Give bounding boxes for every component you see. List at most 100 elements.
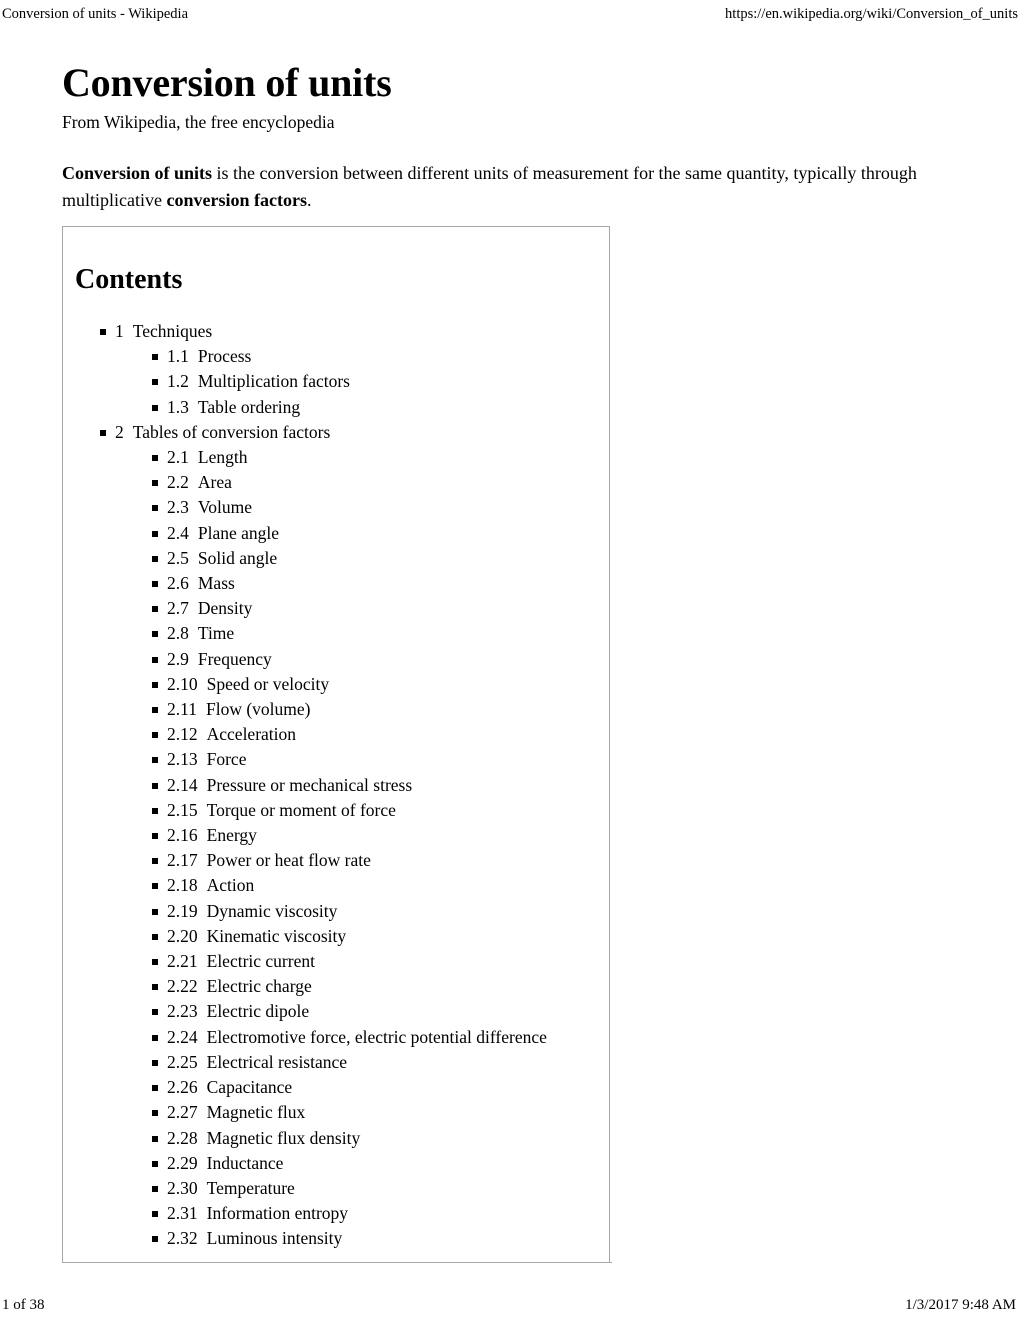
square-bullet-icon — [152, 1059, 158, 1066]
toc-item-number: 2.19 — [167, 900, 198, 921]
toc-item[interactable]: 2.27 Magnetic flux — [63, 1100, 609, 1125]
print-header-source-url: https://en.wikipedia.org/wiki/Conversion… — [725, 6, 1018, 22]
toc-item-number: 2.28 — [167, 1127, 198, 1148]
toc-item[interactable]: 2.30 Temperature — [63, 1176, 609, 1201]
toc-item-number: 2.2 — [167, 472, 189, 493]
toc-item[interactable]: 2.15 Torque or moment of force — [63, 798, 609, 823]
toc-item-label: Area — [197, 472, 232, 493]
print-footer-page-number: 1 of 38 — [2, 1297, 45, 1313]
toc-item[interactable]: 2.25 Electrical resistance — [63, 1050, 609, 1075]
toc-item[interactable]: 2.32 Luminous intensity — [63, 1226, 609, 1251]
toc-item-label: Dynamic viscosity — [206, 900, 338, 921]
toc-item[interactable]: 2.21 Electric current — [63, 949, 609, 974]
toc-item-label: Capacitance — [206, 1077, 293, 1098]
toc-item[interactable]: 2.17 Power or heat flow rate — [63, 848, 609, 873]
toc-item-label: Magnetic flux — [206, 1102, 306, 1123]
square-bullet-icon — [152, 606, 158, 613]
toc-item[interactable]: 2.13 Force — [63, 747, 609, 772]
toc-item[interactable]: 2.2 Area — [63, 470, 609, 495]
toc-item-number: 2.20 — [167, 925, 198, 946]
square-bullet-icon — [152, 1110, 158, 1117]
toc-item[interactable]: 2.24 Electromotive force, electric potent… — [63, 1025, 609, 1050]
toc-item[interactable]: 2.20 Kinematic viscosity — [63, 924, 609, 949]
toc-item-number: 2.7 — [167, 598, 189, 619]
toc-item[interactable]: 2.14 Pressure or mechanical stress — [63, 773, 609, 798]
toc-item[interactable]: 1 Techniques — [63, 319, 609, 344]
toc-item[interactable]: 2.10 Speed or velocity — [63, 672, 609, 697]
square-bullet-icon — [152, 1236, 158, 1243]
toc-item-label: Kinematic viscosity — [206, 925, 347, 946]
toc-item-label: Density — [197, 598, 253, 619]
toc-item[interactable]: 2.4 Plane angle — [63, 521, 609, 546]
toc-item[interactable]: 2.7 Density — [63, 596, 609, 621]
square-bullet-icon — [152, 707, 158, 714]
toc-item-label: Inductance — [206, 1152, 284, 1173]
toc-item[interactable]: 2.3 Volume — [63, 495, 609, 520]
square-bullet-icon — [152, 631, 158, 638]
toc-item[interactable]: 2.5 Solid angle — [63, 546, 609, 571]
toc-item[interactable]: 2.29 Inductance — [63, 1151, 609, 1176]
toc-item-label: Electrical resistance — [206, 1051, 348, 1072]
print-header-document-title: Conversion of units - Wikipedia — [2, 6, 189, 22]
toc-item[interactable]: 2 Tables of conversion factors — [63, 420, 609, 445]
toc-item-label: Frequency — [197, 648, 272, 669]
square-bullet-icon — [152, 656, 158, 663]
toc-item[interactable]: 2.18 Action — [63, 873, 609, 898]
toc-item-label: Electric dipole — [206, 1001, 310, 1022]
table-of-contents-box: Contents 1 Techniques 1.1 Process 1.2 Multipl… — [62, 226, 610, 1262]
toc-item-label: Pressure or mechanical stress — [206, 774, 413, 795]
toc-item[interactable]: 2.31 Information entropy — [63, 1201, 609, 1226]
square-bullet-icon — [152, 908, 158, 915]
square-bullet-icon — [152, 1085, 158, 1092]
toc-item-number: 2.23 — [167, 1001, 198, 1022]
toc-item-number: 2.14 — [167, 774, 198, 795]
square-bullet-icon — [152, 757, 158, 764]
toc-item-number: 2.13 — [167, 749, 198, 770]
toc-item[interactable]: 1.2 Multiplication factors — [63, 369, 609, 394]
toc-item-number: 2.1 — [167, 447, 189, 468]
toc-item-number: 2.11 — [167, 699, 197, 720]
toc-item-label: Power or heat flow rate — [206, 850, 371, 871]
toc-item-label: Luminous intensity — [206, 1228, 343, 1249]
square-bullet-icon — [152, 354, 158, 361]
toc-item[interactable]: 2.22 Electric charge — [63, 974, 609, 999]
toc-item[interactable]: 2.1 Length — [63, 445, 609, 470]
article-body: Conversion of units From Wikipedia, the … — [0, 60, 1020, 1263]
toc-item-label: Electromotive force, electric potential … — [206, 1026, 547, 1047]
toc-item-number: 2.16 — [167, 825, 198, 846]
square-bullet-icon — [152, 833, 158, 840]
square-bullet-icon — [152, 530, 158, 537]
square-bullet-icon — [152, 807, 158, 814]
toc-item-label: Multiplication factors — [197, 371, 350, 392]
toc-item-label: Process — [197, 346, 252, 367]
toc-item-number: 2.5 — [167, 547, 189, 568]
toc-item-number: 2.27 — [167, 1102, 198, 1123]
toc-item[interactable]: 1.1 Process — [63, 344, 609, 369]
toc-item[interactable]: 2.6 Mass — [63, 571, 609, 596]
table-of-contents-bottom-border — [62, 1262, 612, 1263]
square-bullet-icon — [152, 959, 158, 966]
toc-item[interactable]: 2.16 Energy — [63, 823, 609, 848]
toc-item-number: 2.25 — [167, 1051, 198, 1072]
toc-item-label: Speed or velocity — [206, 673, 330, 694]
toc-item[interactable]: 2.8 Time — [63, 621, 609, 646]
toc-item[interactable]: 2.11 Flow (volume) — [63, 697, 609, 722]
square-bullet-icon — [152, 883, 158, 890]
toc-item-number: 2.17 — [167, 850, 198, 871]
toc-item-number: 1 — [115, 321, 124, 341]
toc-item[interactable]: 2.28 Magnetic flux density — [63, 1126, 609, 1151]
toc-item-number: 2.9 — [167, 648, 189, 669]
toc-item[interactable]: 1.3 Table ordering — [63, 395, 609, 420]
toc-item-number: 2.24 — [167, 1026, 198, 1047]
toc-item-label: Magnetic flux density — [206, 1127, 361, 1148]
toc-item[interactable]: 2.9 Frequency — [63, 647, 609, 672]
toc-item[interactable]: 2.19 Dynamic viscosity — [63, 899, 609, 924]
toc-item[interactable]: 2.26 Capacitance — [63, 1075, 609, 1100]
toc-item-number: 2.8 — [167, 623, 189, 644]
toc-item-number: 2.4 — [167, 522, 189, 543]
toc-item-label: Techniques — [132, 321, 213, 341]
article-subtitle: From Wikipedia, the free encyclopedia — [62, 112, 335, 132]
toc-item[interactable]: 2.12 Acceleration — [63, 722, 609, 747]
toc-item-label: Plane angle — [197, 522, 280, 543]
toc-item[interactable]: 2.23 Electric dipole — [63, 999, 609, 1024]
